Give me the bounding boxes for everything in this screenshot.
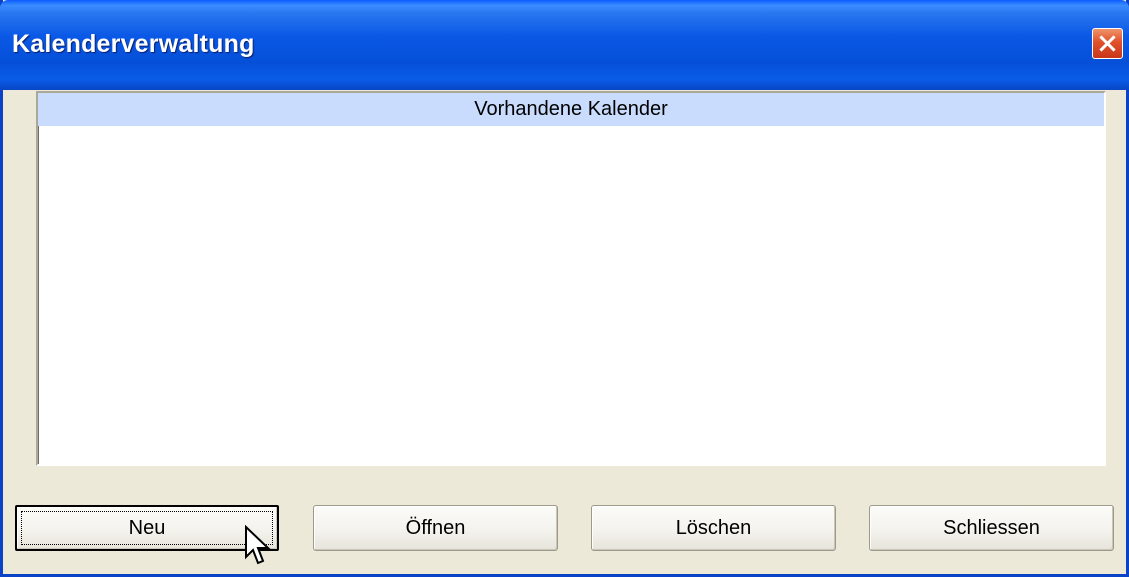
close-dialog-button[interactable]: Schliessen (869, 505, 1114, 551)
delete-button-label: Löschen (675, 516, 752, 539)
calendar-list[interactable]: Vorhandene Kalender (36, 91, 1106, 466)
mouse-pointer-icon (245, 525, 271, 565)
list-header-vorhandene-kalender[interactable]: Vorhandene Kalender (38, 93, 1104, 126)
delete-button[interactable]: Löschen (591, 505, 836, 551)
window-title: Kalenderverwaltung (12, 30, 255, 58)
close-dialog-button-label: Schliessen (943, 516, 1040, 539)
new-button[interactable]: Neu (15, 505, 279, 551)
open-button[interactable]: Öffnen (313, 505, 558, 551)
dialog-window: Kalenderverwaltung Vorhandene Kalender N… (0, 0, 1129, 577)
focus-ring (21, 511, 273, 545)
open-button-label: Öffnen (405, 516, 466, 539)
close-icon (1099, 35, 1116, 52)
close-button[interactable] (1092, 28, 1123, 59)
title-bar[interactable]: Kalenderverwaltung (0, 0, 1129, 90)
list-body[interactable] (38, 125, 1104, 464)
